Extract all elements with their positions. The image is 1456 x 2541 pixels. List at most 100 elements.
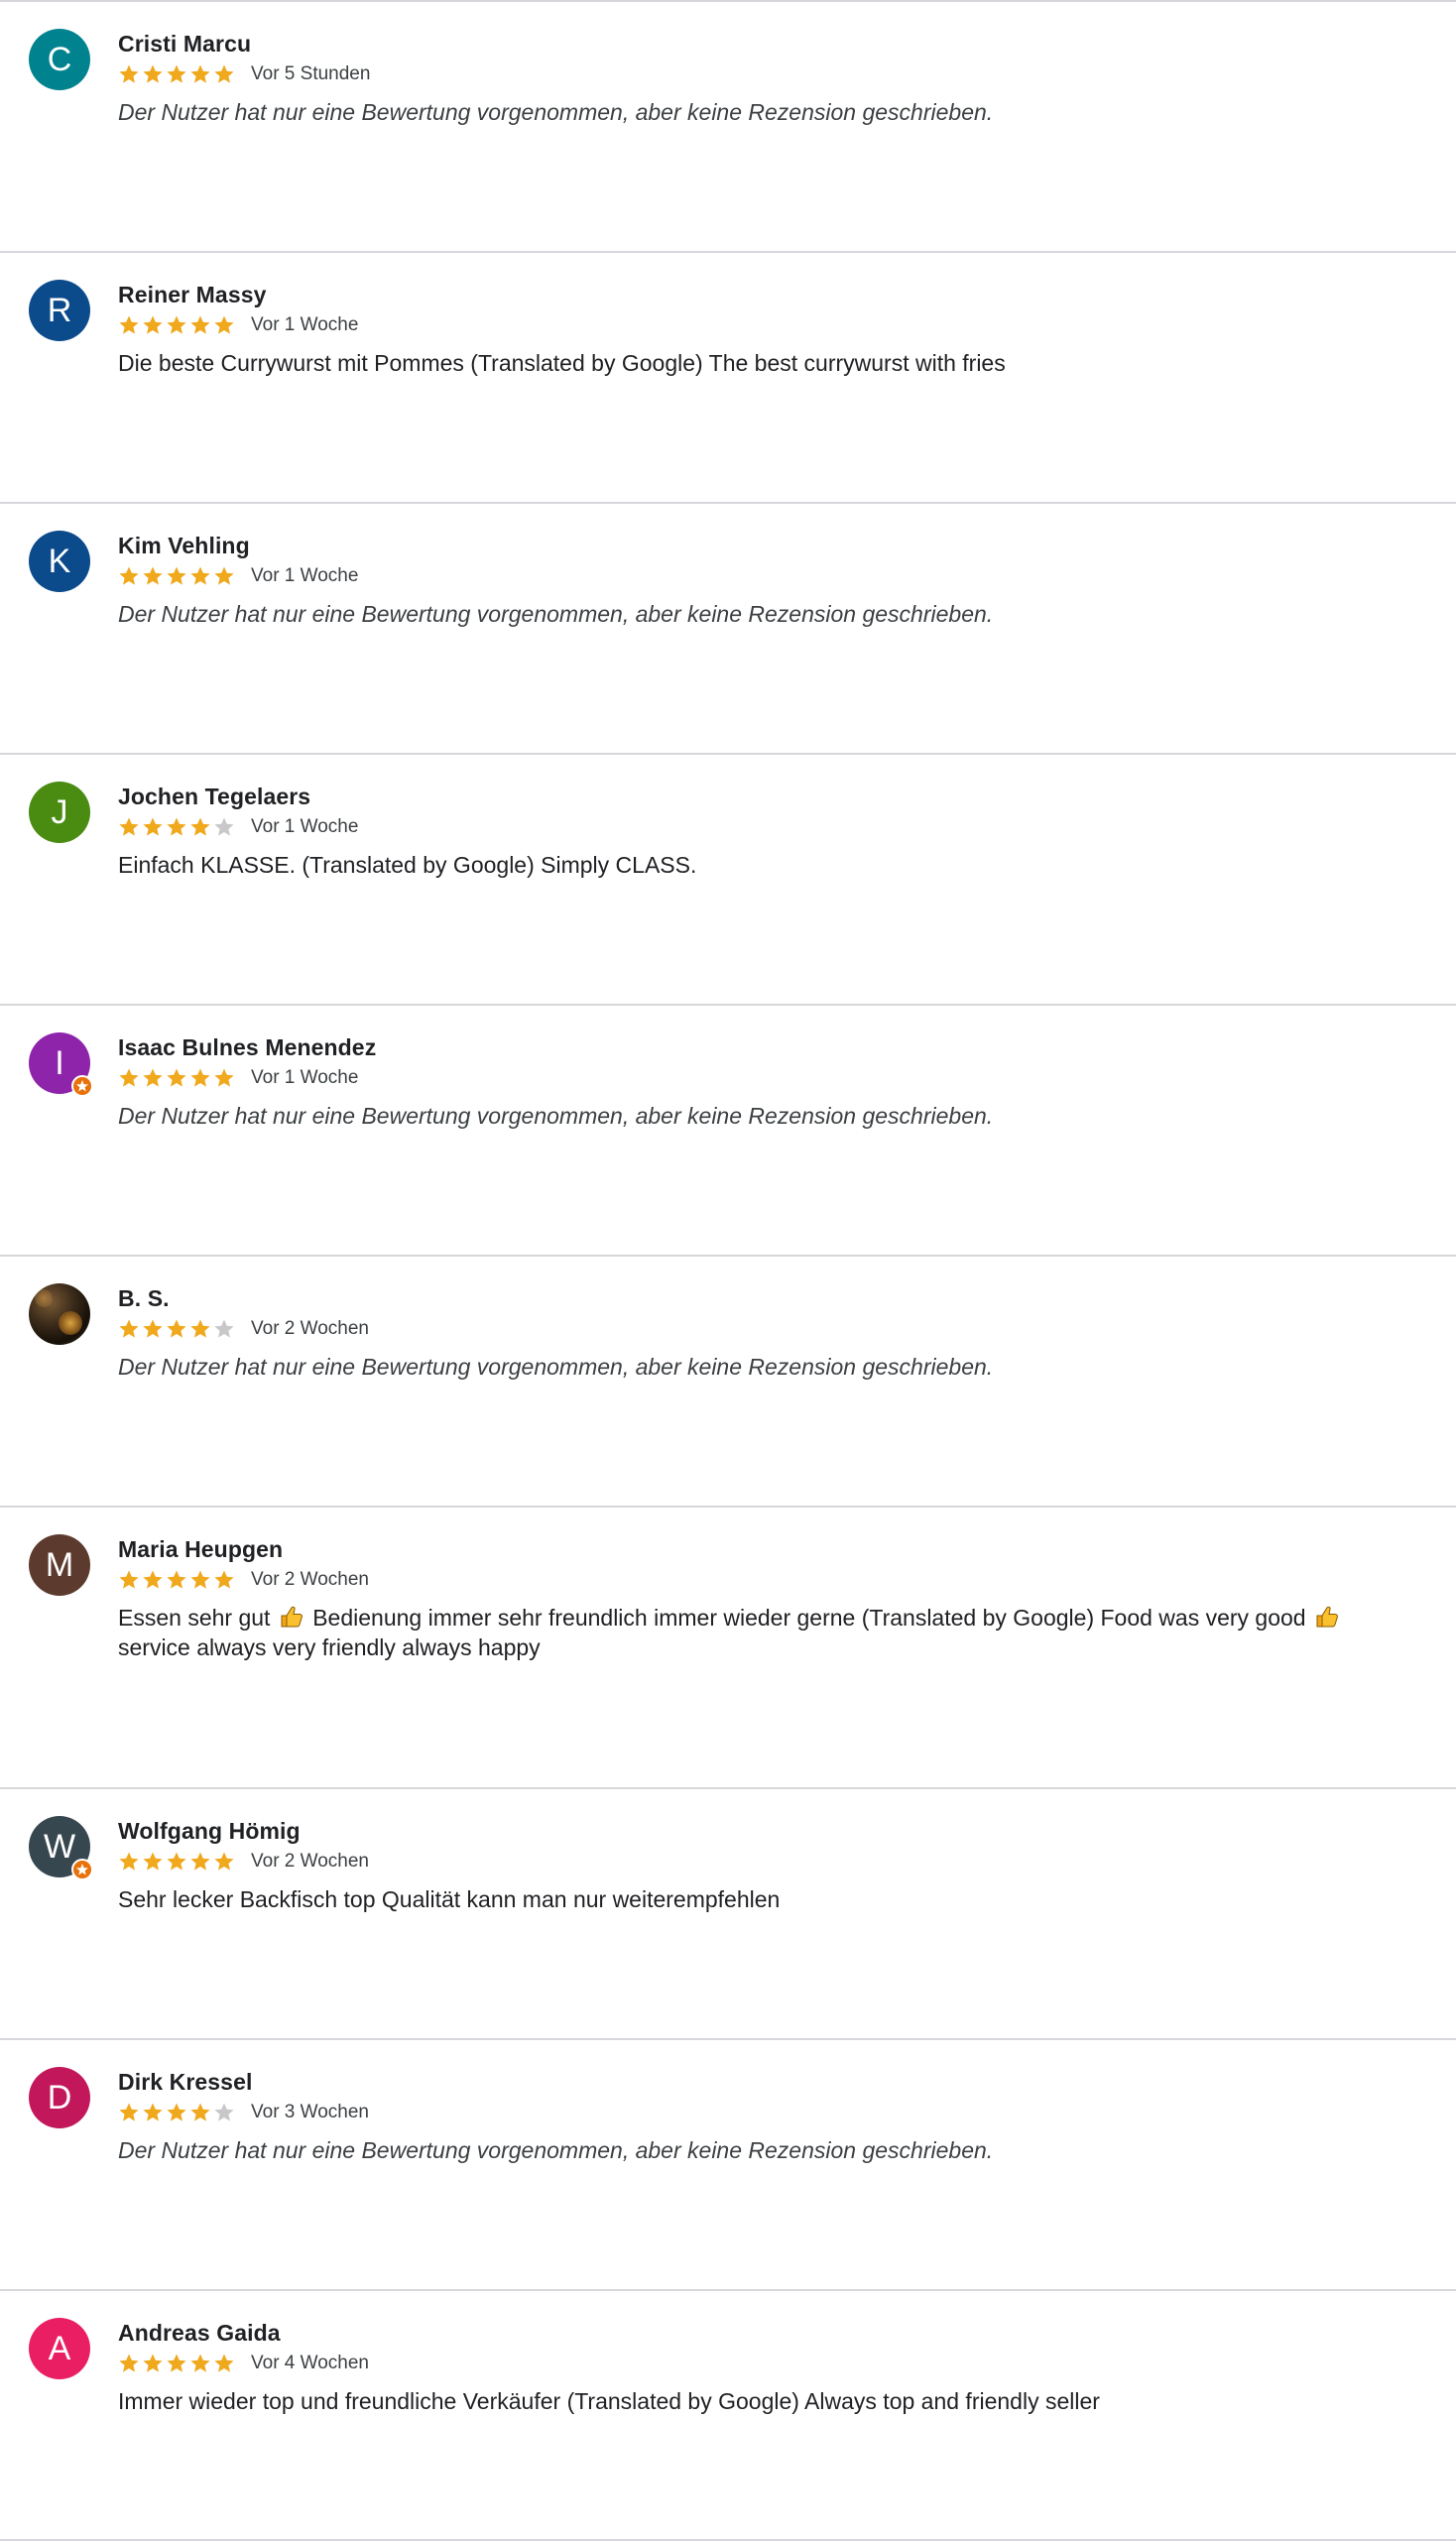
reviewer-name[interactable]: Kim Vehling [118,530,1436,561]
reviewer-name[interactable]: B. S. [118,1282,1436,1314]
avatar[interactable]: D [29,2067,90,2128]
avatar[interactable]: J [29,782,90,843]
review-text-part: Essen sehr gut [118,1605,277,1631]
star-filled-icon [119,1852,139,1871]
avatar-initial: R [47,292,72,329]
star-filled-icon [119,2103,139,2121]
star-filled-icon [167,64,186,83]
review-card: M Maria Heupgen Vor 2 Wochen Essen sehr … [0,1508,1456,1789]
star-filled-icon [190,2103,210,2121]
star-filled-icon [190,315,210,334]
star-filled-icon [167,1570,186,1589]
avatar-photo[interactable] [29,1283,90,1345]
avatar[interactable]: R [29,280,90,341]
review-text: Sehr lecker Backfisch top Qualität kann … [118,1886,781,1912]
photo-detail [35,1289,53,1307]
star-filled-icon [119,817,139,836]
review-text: Der Nutzer hat nur eine Bewertung vorgen… [118,1103,994,1129]
star-filled-icon [167,1852,186,1871]
reviewer-name[interactable]: Maria Heupgen [118,1533,1436,1565]
star-filled-icon [214,1068,234,1087]
reviewer-name[interactable]: Wolfgang Hömig [118,1815,1436,1847]
reviewer-name[interactable]: Cristi Marcu [118,28,1436,60]
star-rating [118,1318,237,1340]
star-filled-icon [143,817,163,836]
review-date: Vor 3 Wochen [251,2102,370,2122]
avatar[interactable]: W [29,1816,93,1880]
review-list: C Cristi Marcu Vor 5 Stunden Der Nutzer … [0,0,1456,2541]
reviewer-name[interactable]: Dirk Kressel [118,2066,1436,2098]
reviewer-name[interactable]: Reiner Massy [118,279,1436,310]
review-card: J Jochen Tegelaers Vor 1 Woche Einfach K… [0,755,1456,1006]
review-card: C Cristi Marcu Vor 5 Stunden Der Nutzer … [0,2,1456,253]
avatar[interactable]: M [29,1534,90,1596]
review-date: Vor 1 Woche [251,1067,359,1088]
review-card: A Andreas Gaida Vor 4 Wochen Immer wiede… [0,2291,1456,2541]
review-text: Der Nutzer hat nur eine Bewertung vorgen… [118,601,994,627]
star-rating [118,2353,237,2374]
photo-detail [59,1311,82,1335]
star-empty-icon [214,1319,234,1338]
star-filled-icon [214,1852,234,1871]
star-filled-icon [214,64,234,83]
star-filled-icon [167,1068,186,1087]
star-filled-icon [119,566,139,585]
thumbs-up-icon [1316,1606,1338,1628]
star-filled-icon [143,2354,163,2372]
avatar[interactable]: A [29,2318,90,2379]
reviewer-name[interactable]: Andreas Gaida [118,2317,1436,2349]
star-filled-icon [167,315,186,334]
review-text: Essen sehr gut Bedienung immer sehr freu… [118,1603,1407,1662]
star-filled-icon [167,566,186,585]
star-filled-icon [190,1068,210,1087]
review-card: W Wolfgang Hömig Vor 2 Wochen Sehr lecke… [0,1789,1456,2040]
reviewer-name[interactable]: Isaac Bulnes Menendez [118,1031,1436,1063]
review-card: R Reiner Massy Vor 1 Woche Die beste Cur… [0,253,1456,504]
star-filled-icon [143,1319,163,1338]
star-filled-icon [143,1852,163,1871]
star-empty-icon [214,2103,234,2121]
review-text: Einfach KLASSE. (Translated by Google) S… [118,852,697,878]
review-date: Vor 5 Stunden [251,63,371,84]
review-text: Die beste Currywurst mit Pommes (Transla… [118,350,1006,376]
reviewer-name[interactable]: Jochen Tegelaers [118,781,1436,812]
star-rating [118,816,237,838]
review-text-part: service always very friendly always happ… [118,1634,541,1660]
avatar[interactable]: K [29,531,90,592]
review-text: Immer wieder top und freundliche Verkäuf… [118,2388,1100,2414]
star-filled-icon [214,315,234,334]
review-date: Vor 2 Wochen [251,1851,370,1872]
avatar-initial: D [47,2079,72,2117]
review-date: Vor 4 Wochen [251,2353,370,2373]
star-rating [118,1067,237,1089]
review-card: B. S. Vor 2 Wochen Der Nutzer hat nur ei… [0,1257,1456,1508]
avatar[interactable]: I [29,1032,93,1097]
star-filled-icon [190,1319,210,1338]
star-rating [118,2102,237,2123]
review-date: Vor 1 Woche [251,314,359,335]
star-filled-icon [143,2103,163,2121]
star-filled-icon [214,1570,234,1589]
review-date: Vor 1 Woche [251,816,359,837]
review-date: Vor 2 Wochen [251,1318,370,1339]
local-guide-badge-icon [71,1859,93,1880]
star-filled-icon [190,1852,210,1871]
review-card: D Dirk Kressel Vor 3 Wochen Der Nutzer h… [0,2040,1456,2291]
star-filled-icon [119,64,139,83]
review-card: I Isaac Bulnes Menendez Vor 1 Woche Der … [0,1006,1456,1257]
avatar-initial: J [51,793,68,831]
avatar[interactable]: C [29,29,90,90]
avatar-initial: M [45,1546,74,1584]
avatar-initial: K [48,543,71,580]
review-text: Der Nutzer hat nur eine Bewertung vorgen… [118,99,994,125]
star-filled-icon [214,566,234,585]
star-filled-icon [167,817,186,836]
star-filled-icon [119,315,139,334]
review-text-part: Bedienung immer sehr freundlich immer wi… [305,1605,1312,1631]
star-filled-icon [143,566,163,585]
star-filled-icon [190,817,210,836]
avatar-initial: A [48,2330,71,2367]
star-filled-icon [167,2103,186,2121]
star-filled-icon [143,1068,163,1087]
review-card: K Kim Vehling Vor 1 Woche Der Nutzer hat… [0,504,1456,755]
